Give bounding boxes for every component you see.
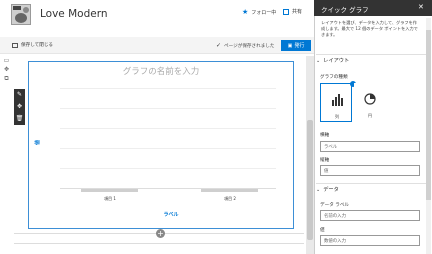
panel-description: レイアウトを選び、データを入力して、グラフを作成します。最大で 12 個のデータ… xyxy=(321,20,418,38)
layout-section-toggle[interactable]: ⌄ レイアウト xyxy=(316,57,426,65)
x-tick-label: 項目 1 xyxy=(104,196,116,201)
chart-webpart[interactable] xyxy=(28,61,294,229)
bar-item-1 xyxy=(81,189,138,192)
section-divider xyxy=(316,54,426,55)
x-tick-label: 項目 2 xyxy=(224,196,236,201)
chart-type-caption: 列 xyxy=(335,114,339,119)
saved-message: ページが保存されました xyxy=(224,43,275,49)
site-logo[interactable] xyxy=(11,4,31,25)
save-icon xyxy=(12,42,18,48)
horizontal-axis-label: 横軸 xyxy=(320,133,330,138)
layout-section-label: レイアウト xyxy=(323,58,350,64)
share-icon xyxy=(283,8,289,15)
pie-chart-icon xyxy=(364,93,376,105)
chart-type-label: グラフの種類 xyxy=(320,75,348,80)
chart-type-pie-option[interactable]: 円 xyxy=(354,83,386,122)
value-input[interactable]: 数値の入力 xyxy=(320,235,420,246)
panel-title: クイック グラフ xyxy=(321,6,369,14)
webpart-toolbox: ✎ ✥ 🗑 xyxy=(14,89,25,125)
x-axis-label: ラベル xyxy=(163,212,179,218)
chart-title[interactable]: グラフの名前を入力 xyxy=(28,65,294,77)
section-divider xyxy=(14,243,304,244)
checkmark-icon: ✓ xyxy=(216,42,222,49)
vertical-axis-input[interactable]: 値 xyxy=(320,165,420,176)
follow-label: フォロー中 xyxy=(251,9,277,16)
gridline xyxy=(60,108,276,109)
chevron-down-icon: ⌄ xyxy=(316,57,321,64)
save-and-close-button[interactable]: 保存して閉じる xyxy=(12,42,53,48)
y-axis-label: 値 xyxy=(35,139,41,145)
move-icon[interactable]: ✥ xyxy=(3,67,10,73)
gridline xyxy=(60,88,276,89)
close-icon[interactable]: ✕ xyxy=(418,3,424,11)
section-layout-icon[interactable]: ▭ xyxy=(3,58,10,64)
data-section-label: データ xyxy=(323,187,339,193)
save-and-close-label: 保存して閉じる xyxy=(21,43,54,48)
page-scrollbar-thumb[interactable] xyxy=(307,120,313,240)
saved-status: ✓ ページが保存されました xyxy=(216,42,274,49)
data-section-toggle[interactable]: ⌄ データ xyxy=(316,186,426,194)
chart-type-column-option[interactable]: 列 xyxy=(320,81,356,122)
panel-scrollbar-thumb[interactable] xyxy=(426,30,431,200)
value-field-label: 値 xyxy=(320,228,325,233)
share-button[interactable]: 共有 xyxy=(283,8,302,15)
vertical-axis-label: 縦軸 xyxy=(320,158,330,163)
share-label: 共有 xyxy=(292,9,303,15)
data-label-field-label: データ ラベル xyxy=(320,203,350,208)
delete-trash-icon[interactable]: 🗑 xyxy=(14,113,25,124)
bar-chart-icon xyxy=(332,94,343,106)
gridline xyxy=(60,168,276,169)
star-icon: ★ xyxy=(242,8,249,16)
follow-button[interactable]: ★ フォロー中 xyxy=(242,8,276,16)
chevron-down-icon: ⌄ xyxy=(316,186,321,193)
move-icon[interactable]: ✥ xyxy=(14,101,25,112)
add-webpart-icon[interactable]: + xyxy=(156,229,165,238)
gridline xyxy=(60,128,276,129)
data-label-input[interactable]: 名前の入力 xyxy=(320,210,420,221)
edit-pencil-icon[interactable]: ✎ xyxy=(14,89,25,100)
copy-icon[interactable]: ⧉ xyxy=(3,76,10,82)
publish-icon: ▣ xyxy=(287,42,293,49)
bar-item-2 xyxy=(201,189,258,192)
gridline xyxy=(60,148,276,149)
publish-button[interactable]: ▣ 発行 xyxy=(281,40,311,51)
horizontal-axis-input[interactable]: ラベル xyxy=(320,141,420,152)
chart-type-caption: 円 xyxy=(368,113,372,118)
section-divider xyxy=(316,183,426,184)
site-title[interactable]: Love Modern xyxy=(40,8,108,20)
publish-label: 発行 xyxy=(294,43,305,49)
left-rail: ▭ ✥ ⧉ xyxy=(0,56,13,254)
